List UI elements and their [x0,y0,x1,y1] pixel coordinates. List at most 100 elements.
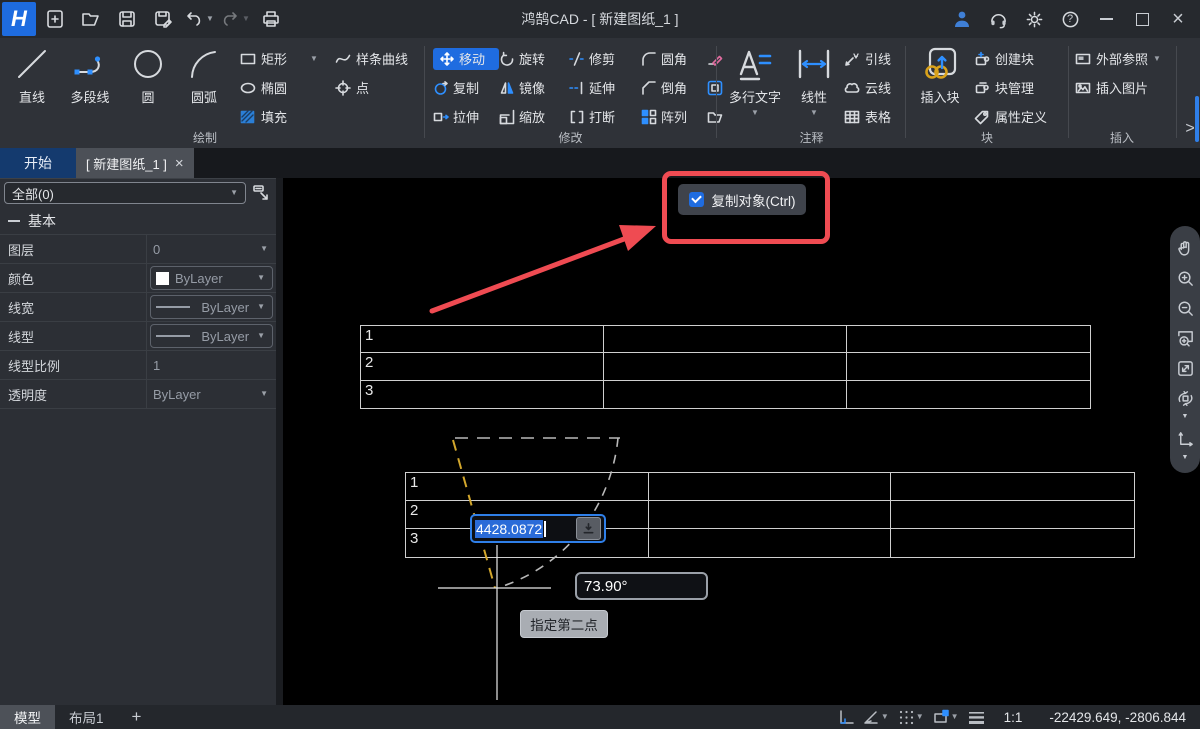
axis-move-button[interactable] [1174,428,1196,450]
hatch-tool-button[interactable]: 填充 [240,102,318,131]
dynamic-input-field[interactable]: 4428.0872 [470,514,606,543]
grid-snap-toggle[interactable]: ▼ [898,709,924,726]
tab-start[interactable]: 开始 [0,148,76,178]
break-tool-button[interactable]: 打断 [569,107,641,126]
stretch-tool-button[interactable]: 拉伸 [433,107,499,126]
open-file-button[interactable] [74,4,108,34]
undo-caret-icon[interactable]: ▼ [206,15,214,23]
maximize-icon [1136,13,1149,26]
ellipse-tool-button[interactable]: 椭圆 [240,73,318,102]
mtext-tool-button[interactable]: 多行文字▼ [722,38,788,117]
xref-caret-icon[interactable]: ▼ [1153,55,1161,63]
create-block-button[interactable]: 创建块 [974,44,1047,73]
line-tool-button[interactable]: 直线 [4,38,60,106]
copy-checkbox[interactable] [689,192,704,207]
trim-tool-button[interactable]: 修剪 [569,49,641,68]
add-layout-button[interactable]: + [118,705,156,729]
ltscale-value-field[interactable]: 1 [146,351,276,379]
lineweight-value-dropdown[interactable]: ByLayer ▼ [150,295,273,319]
new-file-button[interactable] [38,4,72,34]
orbit-caret-icon[interactable]: ▼ [1182,413,1189,420]
scale-tool-button[interactable]: 缩放 [499,107,569,126]
arc-tool-button[interactable]: 圆弧 [176,38,232,106]
polar-tracking-toggle[interactable]: ▼ [863,709,889,726]
mirror-tool-button[interactable]: 镜像 [499,78,569,97]
chamfer-tool-button[interactable]: 倒角 [641,78,707,97]
help-button[interactable]: ? [1054,4,1086,34]
print-button[interactable] [254,4,288,34]
selection-filter-dropdown[interactable]: 全部(0) ▼ [4,182,246,204]
polar-caret-icon[interactable]: ▼ [881,713,889,721]
layer-value-dropdown[interactable]: 0 ▼ [146,235,276,263]
angle-input-field[interactable]: 73.90° [575,572,708,600]
linear-dim-caret-icon[interactable]: ▼ [810,109,818,117]
undo-button[interactable]: ▼ [182,4,216,34]
zoom-window-button[interactable] [1174,328,1196,350]
table-tool-button[interactable]: 表格 [844,102,891,131]
title-bar: H ▼ ▼ 鸿鹄CAD - [ 新建图纸_1 ] ? × [0,0,1200,38]
save-as-button[interactable] [146,4,180,34]
linetype-value-dropdown[interactable]: ByLayer ▼ [150,324,273,348]
block-manager-button[interactable]: 块管理 [974,73,1047,102]
layout1-tab[interactable]: 布局1 [55,705,118,729]
point-tool-button[interactable]: 点 [335,73,408,102]
redo-button[interactable]: ▼ [218,4,252,34]
revision-cloud-tool-button[interactable]: 云线 [844,73,891,102]
fillet-tool-button[interactable]: 圆角 [641,49,707,68]
color-value-dropdown[interactable]: ByLayer ▼ [150,266,273,290]
table-cell [891,473,1134,501]
rectangle-tool-button[interactable]: 矩形▼ [240,44,318,73]
attribute-define-button[interactable]: 属性定义 [974,102,1047,131]
xref-icon [1075,51,1091,67]
osnap-caret-icon[interactable]: ▼ [951,713,959,721]
insert-image-button[interactable]: 插入图片 [1075,73,1161,102]
account-button[interactable] [946,4,978,34]
settings-button[interactable] [1018,4,1050,34]
copy-tool-button[interactable]: 复制 [433,78,499,97]
mtext-caret-icon[interactable]: ▼ [751,109,759,117]
move-tool-button[interactable]: 移动 [433,48,499,70]
zoom-extents-button[interactable] [1174,357,1196,379]
ortho-toggle[interactable] [837,709,854,726]
rotate-tool-button[interactable]: 旋转 [499,49,569,68]
polyline-tool-button[interactable]: 多段线 [60,38,120,106]
extend-tool-button[interactable]: 延伸 [569,78,641,97]
leader-tool-button[interactable]: 引线 [844,44,891,73]
ribbon-section-modify: 移动 旋转 修剪 圆角 复制 镜像 延伸 倒角 拉伸 缩放 打断 阵列 修改 [425,38,716,148]
model-tab[interactable]: 模型 [0,705,55,729]
grid-caret-icon[interactable]: ▼ [916,713,924,721]
drawing-canvas[interactable]: 1 2 3 1 2 3 [283,178,1200,705]
array-tool-button[interactable]: 阵列 [641,107,707,126]
orbit-button[interactable] [1174,387,1196,409]
linear-dim-tool-button[interactable]: 线性▼ [788,38,840,117]
rectangle-icon [240,51,256,67]
spline-tool-button[interactable]: 样条曲线 [335,44,408,73]
transparency-value-dropdown[interactable]: ByLayer ▼ [146,380,276,408]
zoom-in-button[interactable] [1174,268,1196,290]
axis-caret-icon[interactable]: ▼ [1182,454,1189,461]
rectangle-caret-icon[interactable]: ▼ [310,55,318,63]
zoom-out-button[interactable] [1174,298,1196,320]
input-history-button[interactable] [576,517,601,540]
maximize-button[interactable] [1126,4,1158,34]
properties-section-basic[interactable]: 基本 [0,207,276,235]
redo-caret-icon[interactable]: ▼ [242,15,250,23]
insert-block-button[interactable]: 插入块 [914,38,966,106]
object-snap-toggle[interactable]: ▼ [933,709,959,726]
tab-close-icon[interactable]: × [175,155,184,172]
close-button[interactable]: × [1162,4,1194,34]
lineweight-toggle[interactable] [968,709,985,726]
circle-tool-button[interactable]: 圆 [120,38,176,106]
save-button[interactable] [110,4,144,34]
copy-object-tooltip: 复制对象(Ctrl) [678,184,806,215]
support-button[interactable] [982,4,1014,34]
app-logo[interactable]: H [2,2,36,36]
minimize-button[interactable] [1090,4,1122,34]
layer-label: 图层 [0,235,146,263]
scale-indicator[interactable]: 1:1 [1004,710,1023,725]
tab-document[interactable]: [ 新建图纸_1 ] × [76,148,194,178]
quick-select-button[interactable] [250,182,272,204]
pan-button[interactable] [1174,238,1196,260]
array-icon [641,109,657,125]
xref-button[interactable]: 外部参照▼ [1075,44,1161,73]
